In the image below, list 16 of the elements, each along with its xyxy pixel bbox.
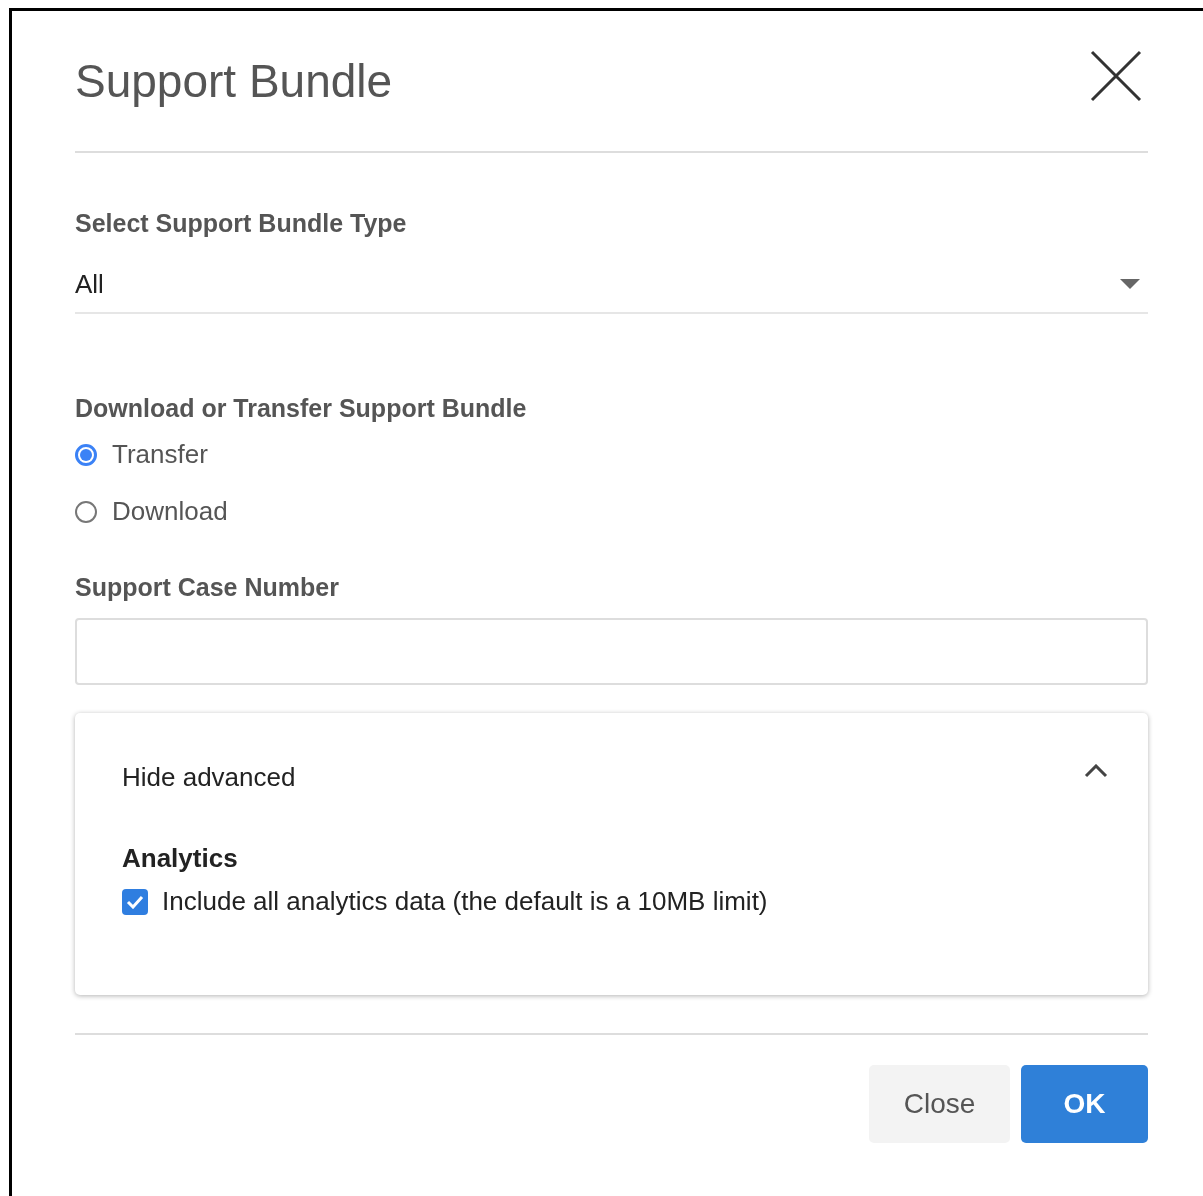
caret-icon xyxy=(1120,279,1140,289)
ok-button[interactable]: OK xyxy=(1021,1065,1148,1143)
field-label: Download or Transfer Support Bundle xyxy=(75,394,528,423)
case-number-input[interactable] xyxy=(75,618,1148,685)
radio-option[interactable]: Download xyxy=(75,496,1148,527)
close-button[interactable]: Close xyxy=(869,1065,1010,1143)
dialog-title: Support Bundle xyxy=(75,54,393,108)
bundle-type-select[interactable]: All xyxy=(75,256,1148,314)
radio-option[interactable]: Transfer xyxy=(75,439,1148,470)
advanced-toggle[interactable]: Hide advanced xyxy=(122,713,1108,841)
section-heading: Analytics xyxy=(122,843,239,874)
close-icon[interactable] xyxy=(1090,50,1142,102)
field-label: Select Support Bundle Type xyxy=(75,209,408,238)
field-label: Support Case Number xyxy=(75,573,340,602)
checkbox-option[interactable]: Include all analytics data (the default is a 10MB limit) xyxy=(122,886,1108,917)
checkmark-icon xyxy=(126,894,144,909)
